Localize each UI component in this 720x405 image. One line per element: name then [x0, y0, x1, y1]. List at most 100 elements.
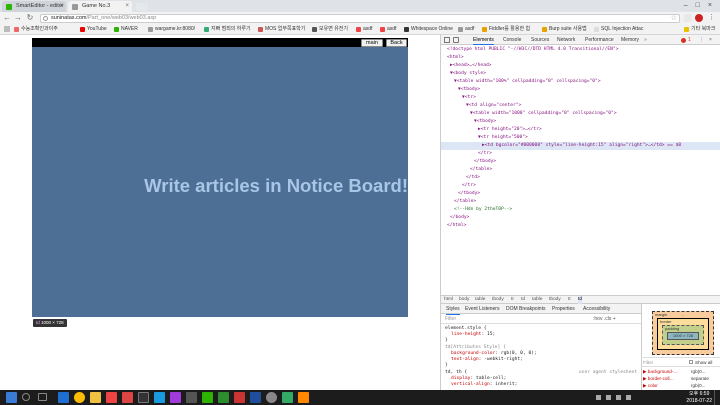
crumb-td-selected[interactable]: td [578, 296, 583, 304]
close-devtools-icon[interactable]: × [709, 35, 712, 45]
computed-property[interactable]: ▶ color rgb(0... [643, 383, 720, 389]
apps-grid-icon[interactable] [4, 26, 10, 32]
crumb-html[interactable]: html [444, 296, 453, 304]
volume-icon[interactable] [616, 395, 621, 400]
bookmark-wargame[interactable]: wargame.kr:8080/ [148, 25, 202, 34]
devtools-menu-icon[interactable]: ⋮ [699, 35, 704, 45]
dom-comment[interactable]: <!--Hdn by 2theT0P--> [454, 206, 512, 214]
app-icon[interactable] [298, 392, 309, 403]
inspect-element-icon[interactable] [444, 37, 450, 43]
bookmark-youtube[interactable]: YouTube [80, 25, 112, 34]
computed-property[interactable]: ▶ border-coll… separate [643, 376, 720, 382]
subtab-event-listeners[interactable]: Event Listeners [465, 304, 499, 314]
crumb-tbody[interactable]: tbody [549, 296, 561, 304]
app-icon[interactable] [250, 392, 261, 403]
style-property[interactable]: vertical-align: inherit; [451, 381, 517, 388]
dom-node[interactable]: ▼<tr height="500"> [478, 134, 528, 142]
tab-memory[interactable]: Memory [621, 35, 639, 45]
app-icon[interactable] [234, 392, 245, 403]
windows-start-icon[interactable] [6, 392, 17, 403]
style-property[interactable]: line-height: 15; [451, 331, 495, 338]
dom-node[interactable]: ▼<body style> [450, 70, 486, 78]
forward-arrow-icon[interactable]: → [13, 13, 23, 23]
settings-icon[interactable] [266, 392, 277, 403]
crumb-table[interactable]: table [532, 296, 542, 304]
crumb-tbody[interactable]: tbody [492, 296, 504, 304]
new-tab-button[interactable] [136, 3, 148, 11]
close-tab-icon[interactable]: × [125, 1, 129, 12]
dom-node[interactable]: ▶<tr height="20">…</tr> [478, 126, 542, 134]
dom-node[interactable]: <!doctype html PUBLIC "-//W3C//DTD HTML … [447, 46, 618, 54]
dom-node[interactable]: </tr> [478, 150, 492, 158]
extension-red-icon[interactable] [695, 14, 703, 22]
chrome-icon[interactable] [74, 392, 85, 403]
bookmark-other[interactable]: 기타 북마크 [684, 25, 720, 34]
tab-console[interactable]: Console [503, 35, 521, 45]
styles-filter-input[interactable]: Filter [445, 314, 456, 324]
tab-smarteditor[interactable]: SmartEditor - editor × [2, 1, 66, 12]
app-icon[interactable] [138, 392, 149, 403]
tab-game-no3[interactable]: Game No.3 × [68, 1, 132, 12]
taskbar-clock[interactable]: 오후 6:59 2018-07-22 [686, 391, 712, 404]
dom-node[interactable]: ▼<td align="center"> [466, 102, 521, 110]
crumb-tr[interactable]: tr [511, 296, 514, 304]
app-icon[interactable] [282, 392, 293, 403]
bookmark-naver[interactable]: NAVER [114, 25, 146, 34]
tab-performance[interactable]: Performance [585, 35, 614, 45]
dom-node[interactable]: ▼<table width="100%" cellpadding="0" cel… [454, 78, 601, 86]
tab-elements[interactable]: Elements [473, 35, 494, 45]
dom-node[interactable]: ▶<head>…</head> [450, 62, 492, 70]
show-desktop-button[interactable] [714, 390, 720, 405]
crumb-body[interactable]: body [459, 296, 469, 304]
search-icon[interactable] [22, 393, 30, 401]
crumb-tr[interactable]: tr [568, 296, 571, 304]
back-arrow-icon[interactable]: ← [2, 13, 12, 23]
bookmark-item[interactable]: 지빠 범죄의 하루기 [204, 25, 256, 34]
show-all-checkbox[interactable] [689, 360, 693, 364]
more-tabs-icon[interactable]: » [644, 35, 647, 45]
bookmark-item[interactable]: MOS 업무쪽표학기 [258, 25, 310, 34]
bookmark-item[interactable]: Fiddler를 활용한 힘 [482, 25, 540, 34]
window-controls[interactable]: –□× [670, 0, 720, 12]
bookmark-item[interactable]: asdf [380, 25, 402, 34]
dom-node[interactable]: </html> [447, 222, 466, 230]
tab-network[interactable]: Network [557, 35, 575, 45]
close-tab-icon[interactable]: × [59, 1, 63, 12]
subtab-properties[interactable]: Properties [552, 304, 575, 314]
dom-node[interactable]: </tbody> [458, 190, 480, 198]
app-icon[interactable] [106, 392, 117, 403]
subtab-accessibility[interactable]: Accessibility [583, 304, 610, 314]
style-property[interactable]: text-align: -webkit-right; [451, 356, 523, 363]
subtab-dom-breakpoints[interactable]: DOM Breakpoints [506, 304, 545, 314]
bookmark-item[interactable]: 수능조확인과이주 [14, 25, 76, 34]
dom-node[interactable]: ▼<tbody> [458, 86, 480, 94]
file-explorer-icon[interactable] [90, 392, 101, 403]
tab-sources[interactable]: Sources [531, 35, 549, 45]
bookmark-item[interactable]: 모유면 유전기 [312, 25, 354, 34]
bookmark-item[interactable]: asdf [458, 25, 480, 34]
error-icon[interactable] [681, 38, 686, 43]
menu-kebab-icon[interactable]: ⋮ [708, 13, 716, 23]
bookmark-item[interactable]: SQL Injection Attac [594, 25, 646, 34]
bookmark-item[interactable]: Burp suite 사용법 [542, 25, 592, 34]
app-icon[interactable] [186, 392, 197, 403]
bookmark-item[interactable]: Whitespace Online [404, 25, 456, 34]
network-icon[interactable] [606, 395, 611, 400]
styles-filter-flags[interactable]: :hov .cls + [593, 314, 616, 324]
edge-icon[interactable] [58, 392, 69, 403]
dom-node[interactable]: </body> [450, 214, 469, 222]
dom-node[interactable]: </tr> [462, 182, 476, 190]
dom-node[interactable]: ▼<tr> [462, 94, 476, 102]
dom-node[interactable]: </table> [454, 198, 476, 206]
device-toggle-icon[interactable] [453, 37, 459, 43]
app-icon[interactable] [154, 392, 165, 403]
dom-node[interactable]: </td> [466, 174, 480, 182]
app-icon[interactable] [202, 392, 213, 403]
task-view-icon[interactable] [38, 393, 47, 401]
dom-node[interactable]: ▼<tbody> [474, 118, 496, 126]
address-bar[interactable]: suninatas.com/Part_one/web03/web03.asp ☆ [40, 14, 680, 23]
dom-node[interactable]: </tbody> [474, 158, 496, 166]
dom-node[interactable]: </table> [470, 166, 492, 174]
computed-filter-input[interactable]: Filter [643, 358, 653, 367]
main-button[interactable]: main [361, 39, 383, 47]
